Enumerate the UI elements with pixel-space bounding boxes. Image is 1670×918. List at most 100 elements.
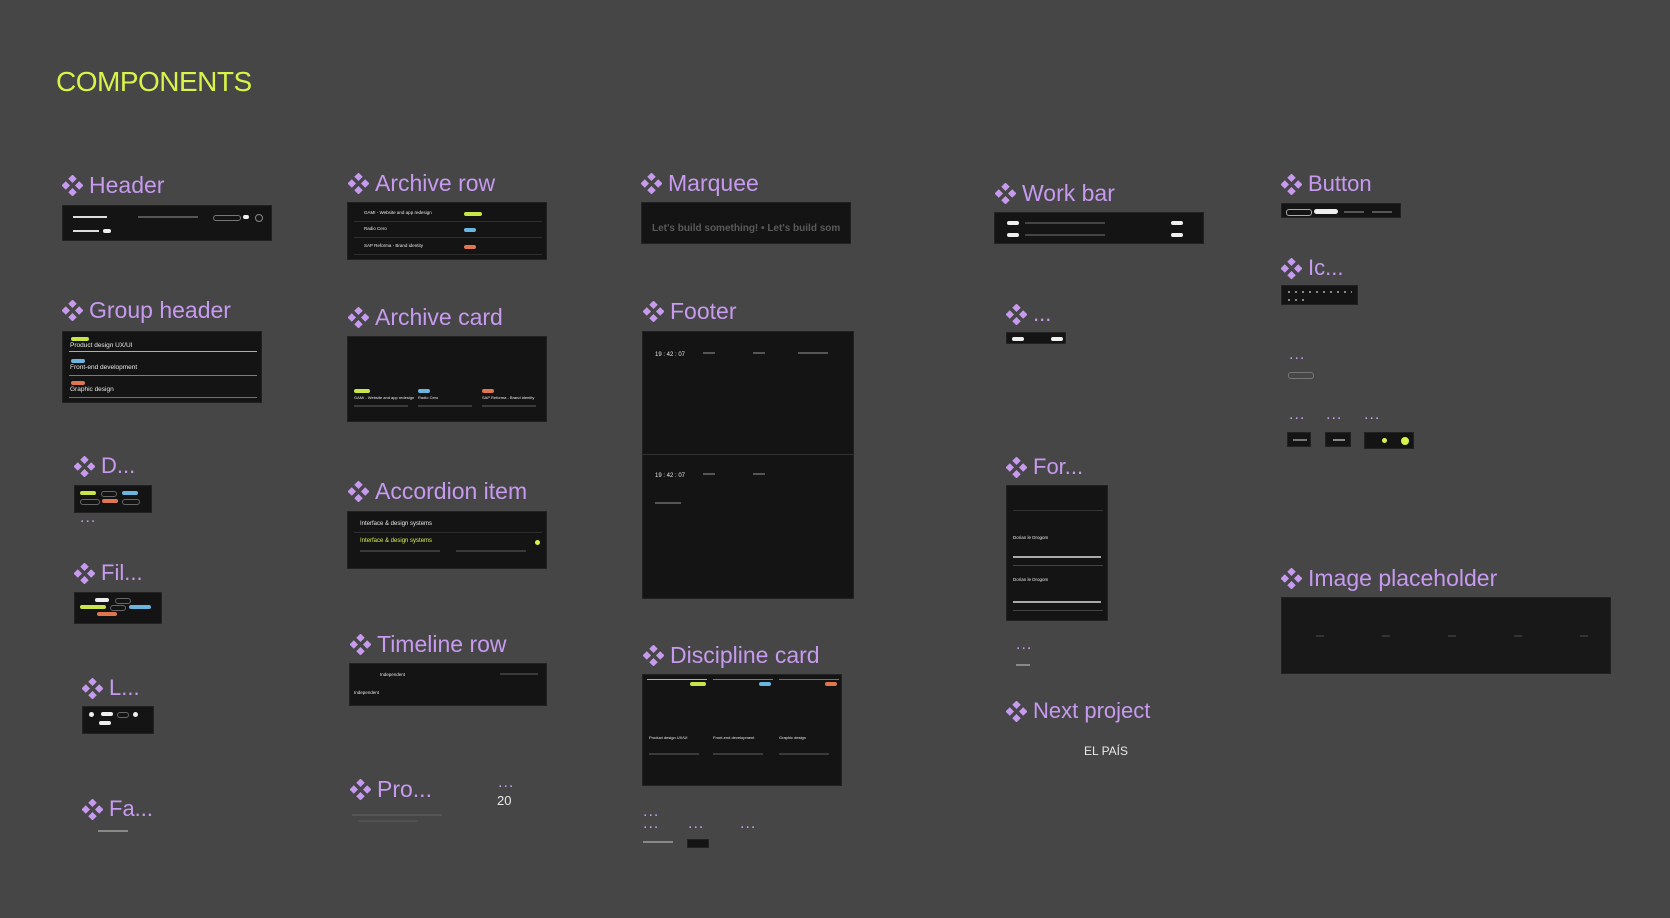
- component-label-button[interactable]: Button: [1281, 171, 1372, 197]
- placeholder-mark: [1316, 635, 1324, 637]
- tag: [122, 491, 138, 495]
- work-bar-preview[interactable]: [994, 212, 1204, 244]
- preview-line: [753, 473, 765, 475]
- component-label-group-header[interactable]: Group header: [62, 297, 231, 324]
- icon-row: [1288, 299, 1306, 301]
- component-label-l[interactable]: L...: [82, 675, 140, 701]
- label-text: Accordion item: [375, 478, 528, 504]
- archive-card-preview[interactable]: GAMI - Website and app redesign Radio Ce…: [347, 336, 547, 422]
- component-label-pro[interactable]: Pro...: [350, 776, 432, 803]
- timeline-row-preview[interactable]: Independent Independent: [349, 663, 547, 706]
- cursor-preview[interactable]: [1364, 432, 1414, 449]
- toggle-preview[interactable]: [1325, 432, 1351, 447]
- component-diamond-icon: [82, 798, 103, 820]
- component-label-accordion-item[interactable]: Accordion item: [348, 478, 527, 505]
- ellipsis-preview[interactable]: [1006, 332, 1066, 344]
- divider: [1013, 610, 1103, 611]
- label-text: Button: [1308, 171, 1372, 196]
- preview-line: [1013, 601, 1101, 603]
- l-preview[interactable]: [82, 706, 154, 734]
- divider: [69, 375, 257, 376]
- label-text: Fa...: [109, 796, 154, 821]
- component-label-archive-card[interactable]: Archive card: [348, 304, 503, 331]
- pro-preview: [352, 814, 442, 816]
- icon-row: [1288, 291, 1352, 293]
- label-text: ...: [1033, 301, 1052, 326]
- preview-line: [73, 216, 107, 218]
- tag: [101, 712, 113, 716]
- component-label-next-project[interactable]: Next project: [1006, 698, 1150, 724]
- component-label-header[interactable]: Header: [62, 172, 164, 199]
- label-text: Fil...: [101, 560, 143, 585]
- divider: [69, 397, 257, 398]
- preview-pill: [103, 229, 111, 233]
- fa-preview: [98, 830, 128, 832]
- small-preview[interactable]: [687, 839, 709, 848]
- ellipsis-label: ...: [1326, 406, 1343, 423]
- preview-line: [1333, 439, 1345, 441]
- tag: [418, 389, 430, 393]
- card-title: GAMI - Website and app redesign: [354, 395, 415, 400]
- component-label-marquee[interactable]: Marquee: [641, 170, 759, 197]
- group-header-preview[interactable]: Product design UX/UI Front-end developme…: [62, 331, 262, 403]
- component-label-footer[interactable]: Footer: [643, 298, 736, 325]
- ellipsis-label: ...: [643, 815, 660, 832]
- header-preview[interactable]: [62, 205, 272, 241]
- archive-row-preview[interactable]: GAMI - Website and app redesign Radio Ce…: [347, 202, 547, 260]
- button-preview[interactable]: [1281, 203, 1401, 218]
- component-label-for[interactable]: For...: [1006, 454, 1083, 480]
- form-preview[interactable]: Dorian le Drogom Dorian le Drogom: [1006, 485, 1108, 621]
- preview-line: [655, 502, 681, 504]
- preview-dot: [255, 214, 263, 222]
- icons-preview[interactable]: [1281, 285, 1358, 305]
- row-title: SAP Reforma - Brand identity: [364, 243, 423, 248]
- marquee-text: Let's build something! • Let's build som: [652, 223, 841, 234]
- component-label-d[interactable]: D...: [74, 453, 135, 479]
- tag: [101, 491, 117, 497]
- dot: [1382, 438, 1387, 443]
- preview-line: [713, 753, 763, 755]
- component-label-discipline-card[interactable]: Discipline card: [643, 642, 820, 669]
- label-text: Header: [89, 172, 165, 198]
- component-label-ic[interactable]: Ic...: [1281, 255, 1343, 281]
- filter-preview[interactable]: [74, 592, 162, 624]
- component-diamond-icon: [74, 562, 95, 584]
- marquee-preview[interactable]: Let's build something! • Let's build som: [641, 202, 851, 244]
- divider: [354, 221, 542, 222]
- preview-line: [753, 352, 765, 354]
- component-label-timeline-row[interactable]: Timeline row: [350, 631, 507, 658]
- discipline-title: Front-end development: [713, 735, 755, 740]
- image-placeholder-preview[interactable]: [1281, 597, 1611, 674]
- component-label-fil[interactable]: Fil...: [74, 560, 143, 586]
- preview-line: [649, 753, 699, 755]
- component-label-ellipsis[interactable]: ...: [1006, 301, 1051, 327]
- tag: [95, 598, 109, 602]
- component-label-image-placeholder[interactable]: Image placeholder: [1281, 565, 1497, 592]
- card-title: SAP Reforma - Brand identity: [482, 395, 535, 400]
- group-title: Graphic design: [70, 386, 114, 393]
- label-text: Image placeholder: [1308, 565, 1498, 591]
- discipline-card-preview[interactable]: Product design UX/UI Front-end developme…: [642, 674, 842, 786]
- accordion-item-preview[interactable]: Interface & design systems Interface & d…: [347, 511, 547, 569]
- label-text: D...: [101, 453, 136, 478]
- tag: [102, 499, 118, 503]
- dot: [89, 712, 94, 717]
- tag: [464, 212, 482, 216]
- divider: [647, 679, 707, 680]
- component-label-archive-row[interactable]: Archive row: [348, 170, 495, 197]
- component-label-work-bar[interactable]: Work bar: [995, 180, 1115, 207]
- footer-preview[interactable]: 19 : 42 : 07 19 : 42 : 07: [642, 331, 854, 599]
- divider: [643, 454, 853, 455]
- label-text: For...: [1033, 454, 1084, 479]
- group-title: Front-end development: [70, 364, 138, 371]
- component-label-fa[interactable]: Fa...: [82, 796, 153, 822]
- brand-logo: EL PAÍS: [1084, 744, 1129, 758]
- toggle-preview[interactable]: [1287, 432, 1311, 447]
- ellipsis-label: ...: [688, 815, 705, 832]
- divider: [354, 254, 542, 255]
- page-title: COMPONENTS: [56, 66, 252, 97]
- footer-time: 19 : 42 : 07: [655, 352, 686, 358]
- tag: [482, 389, 494, 393]
- tag: [117, 712, 129, 718]
- tag: [1012, 337, 1024, 341]
